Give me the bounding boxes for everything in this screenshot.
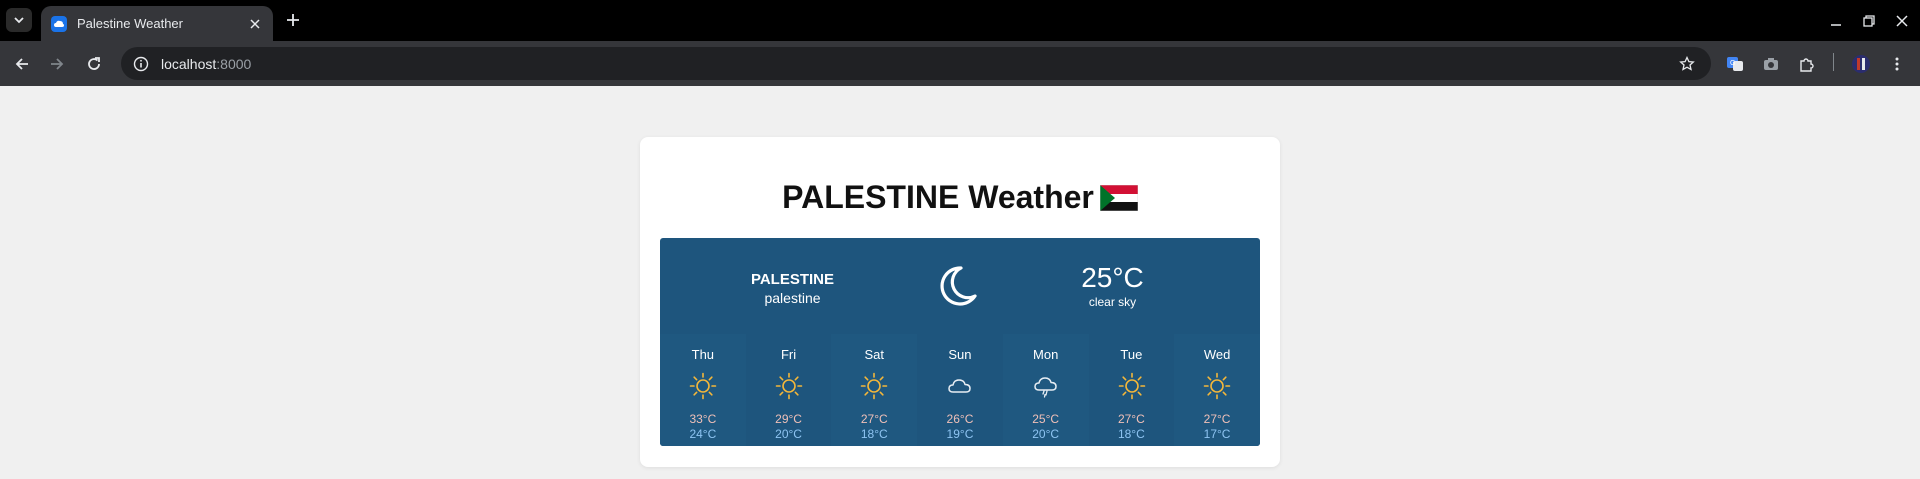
close-window-button[interactable] (1891, 10, 1913, 32)
tab-search-button[interactable] (6, 8, 32, 32)
page-title-text: PALESTINE Weather (782, 179, 1094, 215)
forecast-row: Thu 33°C 24°C Fri 29°C 20°C Sat 27°C 18°C Sun 26°C… (660, 334, 1260, 446)
rain-cloud-icon (1034, 377, 1057, 398)
forecast-high-temp: 27°C (1117, 412, 1145, 426)
forecast-day: Mon 25°C 20°C (1002, 334, 1089, 446)
minimize-icon (1831, 24, 1841, 26)
extensions-button[interactable] (1796, 53, 1818, 75)
camera-icon (1764, 58, 1778, 70)
weather-favicon-icon (51, 15, 67, 32)
svg-text:G: G (1730, 60, 1735, 67)
sun-icon (775, 372, 803, 400)
forecast-day: Fri 29°C 20°C (745, 334, 832, 446)
browser-tab[interactable]: Palestine Weather (41, 6, 273, 41)
close-icon (1896, 15, 1908, 27)
forecast-day: Thu 33°C 24°C (660, 334, 746, 446)
minimize-button[interactable] (1825, 10, 1847, 32)
arrow-right-icon (51, 58, 64, 70)
browser-menu-button[interactable] (1886, 53, 1908, 75)
forecast-day-name: Thu (691, 347, 715, 362)
current-temperature-block: 25°C clear sky (1030, 262, 1195, 309)
weather-card: PALESTINE Weather PALESTINE palestine 25… (640, 137, 1280, 467)
forecast-high-temp: 29°C (775, 412, 802, 426)
browser-toolbar: localhost:8000 G (0, 41, 1920, 86)
forecast-low-temp: 20°C (775, 427, 802, 441)
star-icon (1679, 56, 1695, 71)
moon-icon (940, 266, 977, 306)
forecast-day: Sun 26°C 19°C (917, 334, 1003, 446)
restore-button[interactable] (1858, 10, 1880, 32)
back-button[interactable] (10, 52, 34, 76)
profile-avatar-button[interactable] (1850, 53, 1872, 75)
forecast-day-name: Mon (1033, 347, 1059, 362)
sun-icon (1118, 372, 1145, 400)
weather-description: clear sky (1088, 295, 1137, 309)
forecast-day: Sat 27°C 18°C (831, 334, 918, 446)
forecast-low-temp: 18°C (1117, 427, 1145, 441)
forecast-day: Wed 27°C 17°C (1174, 334, 1260, 446)
forecast-low-temp: 18°C (860, 427, 888, 441)
chevron-down-icon (14, 17, 24, 24)
reload-button[interactable] (82, 52, 106, 76)
avatar-icon (1852, 55, 1870, 73)
browser-tabstrip: Palestine Weather (0, 0, 1920, 41)
restore-icon (1863, 15, 1875, 27)
forecast-day-name: Sun (948, 347, 972, 362)
forward-button[interactable] (45, 52, 69, 76)
sun-icon (861, 372, 888, 400)
arrow-left-icon (15, 58, 28, 70)
close-icon (250, 18, 260, 29)
forecast-high-temp: 25°C (1032, 412, 1060, 426)
current-weather: PALESTINE palestine 25°C clear sky (660, 238, 1260, 334)
flag-icon (1099, 185, 1138, 211)
tab-close-button[interactable] (247, 16, 263, 32)
forecast-day-name: Fri (780, 347, 797, 362)
screenshot-extension-button[interactable] (1760, 53, 1782, 75)
bookmark-star-button[interactable] (1677, 54, 1697, 74)
page-title: PALESTINE Weather (640, 179, 1280, 216)
location-subtitle: palestine (764, 290, 821, 306)
forecast-day-name: Tue (1120, 347, 1143, 362)
sun-icon (689, 372, 717, 400)
translate-extension-button[interactable]: G (1724, 53, 1746, 75)
forecast-high-temp: 33°C (689, 412, 717, 426)
url-host: localhost (161, 55, 217, 72)
plus-icon (287, 14, 299, 26)
translate-icon: G (1727, 57, 1743, 71)
sun-icon (1203, 372, 1231, 400)
forecast-day-name: Wed (1203, 347, 1231, 362)
address-bar[interactable]: localhost:8000 (121, 47, 1711, 80)
new-tab-button[interactable] (282, 9, 304, 31)
forecast-low-temp: 17°C (1203, 427, 1231, 441)
toolbar-separator (1833, 53, 1834, 71)
weather-widget: PALESTINE palestine 25°C clear sky Thu 33… (660, 238, 1260, 446)
forecast-day-name: Sat (864, 347, 885, 362)
reload-icon (88, 57, 100, 70)
forecast-day: Tue 27°C 18°C (1088, 334, 1175, 446)
tab-title: Palestine Weather (77, 16, 183, 31)
cloud-icon (948, 379, 971, 393)
current-temperature: 25°C (1081, 262, 1144, 293)
location-name: PALESTINE (750, 271, 835, 288)
puzzle-icon (1800, 58, 1814, 72)
forecast-low-temp: 24°C (689, 427, 717, 441)
forecast-high-temp: 26°C (946, 412, 974, 426)
forecast-low-temp: 20°C (1032, 427, 1060, 441)
url-port: :8000 (216, 55, 252, 72)
more-vert-icon (1895, 57, 1899, 71)
forecast-low-temp: 19°C (946, 427, 974, 441)
location-block: PALESTINE palestine (660, 271, 925, 306)
forecast-high-temp: 27°C (1203, 412, 1231, 426)
forecast-high-temp: 27°C (860, 412, 888, 426)
site-info-icon[interactable] (133, 56, 149, 72)
url-text: localhost:8000 (161, 56, 251, 72)
